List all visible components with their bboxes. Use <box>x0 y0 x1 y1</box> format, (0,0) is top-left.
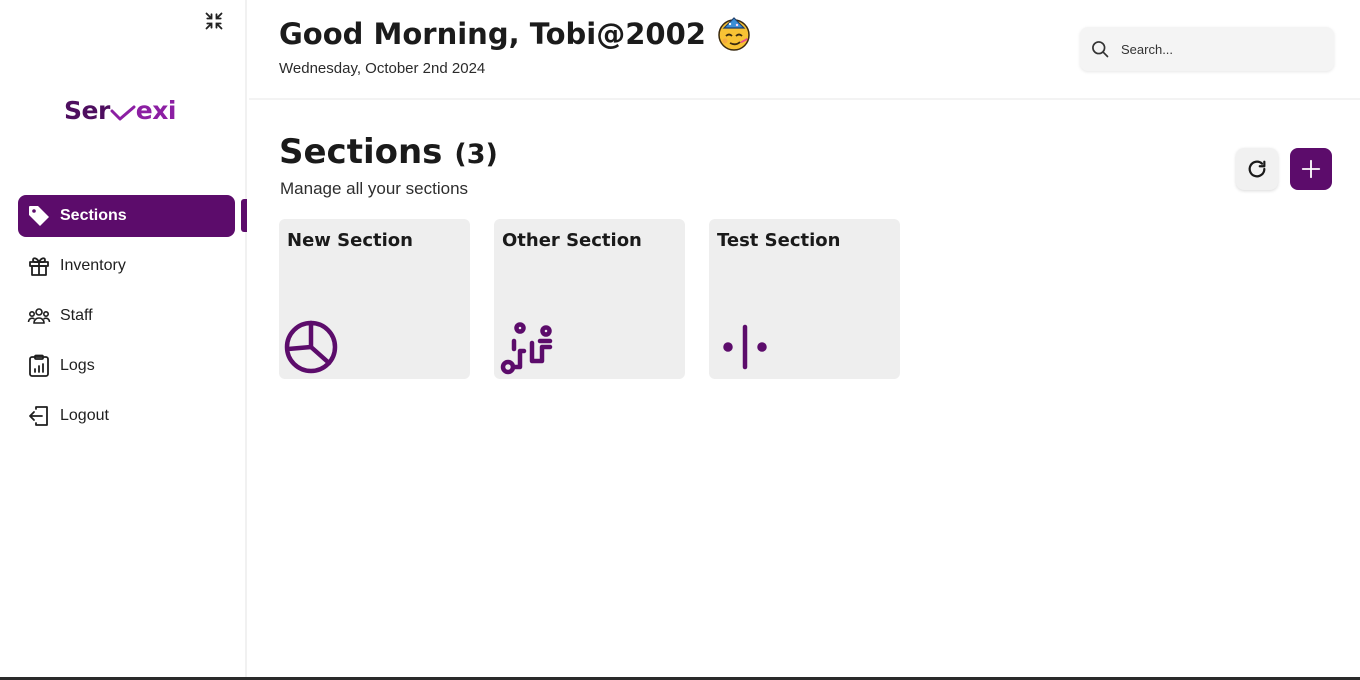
sidebar-item-logout[interactable]: Logout <box>18 395 235 437</box>
logout-icon <box>27 404 51 428</box>
sidebar-item-label: Sections <box>60 207 127 224</box>
active-nav-indicator <box>241 199 247 232</box>
sidebar-item-label: Logs <box>60 357 95 374</box>
search-icon <box>1092 41 1109 58</box>
refresh-button[interactable] <box>1236 148 1278 190</box>
collapse-sidebar-button[interactable] <box>202 9 226 33</box>
logo-check-icon <box>110 105 136 121</box>
section-count: (3) <box>454 139 498 170</box>
page-title-text: Sections <box>279 132 443 172</box>
add-section-button[interactable] <box>1290 148 1332 190</box>
top-header: Good Morning, Tobi@2002 Wednesday, Octob… <box>249 0 1360 100</box>
sidebar-item-logs[interactable]: Logs <box>18 345 235 387</box>
sidebar-item-inventory[interactable]: Inventory <box>18 245 235 287</box>
section-card-other-section[interactable]: Other Section <box>494 219 685 379</box>
pie-chart-icon <box>284 320 338 374</box>
sidebar: Ser exi Sections Inventory Staff Logs Lo… <box>0 0 247 680</box>
users-icon <box>27 304 51 328</box>
section-card-title: Test Section <box>717 230 841 251</box>
search-box[interactable] <box>1080 27 1334 71</box>
party-face-emoji-icon <box>716 16 752 52</box>
section-cards: New Section Other Section Test Section <box>279 219 924 379</box>
tag-icon <box>27 204 51 228</box>
page-title: Sections (3) <box>279 132 498 172</box>
sidebar-item-label: Inventory <box>60 257 126 274</box>
greeting-text: Good Morning, Tobi@2002 <box>279 17 706 51</box>
sidebar-item-label: Staff <box>60 307 93 324</box>
section-card-test-section[interactable]: Test Section <box>709 219 900 379</box>
plus-icon <box>1301 159 1321 179</box>
refresh-icon <box>1248 160 1266 178</box>
route-icon <box>500 322 553 375</box>
sidebar-nav: Sections Inventory Staff Logs Logout <box>18 195 235 445</box>
separator-icon <box>723 324 767 370</box>
sidebar-item-label: Logout <box>60 407 109 424</box>
search-input[interactable] <box>1121 41 1311 57</box>
sidebar-item-staff[interactable]: Staff <box>18 295 235 337</box>
logo-text-start: Ser <box>64 96 110 125</box>
current-date: Wednesday, October 2nd 2024 <box>279 60 486 77</box>
section-card-title: New Section <box>287 230 413 251</box>
greeting-heading: Good Morning, Tobi@2002 <box>279 16 752 52</box>
section-card-title: Other Section <box>502 230 642 251</box>
page-subtitle: Manage all your sections <box>280 179 469 198</box>
minimize-icon <box>205 12 223 30</box>
sidebar-item-sections[interactable]: Sections <box>18 195 235 237</box>
servexi-logo: Ser exi <box>64 96 176 125</box>
logo-text-end: exi <box>135 96 177 125</box>
gift-icon <box>27 254 51 278</box>
clipboard-chart-icon <box>27 354 51 378</box>
section-card-new-section[interactable]: New Section <box>279 219 470 379</box>
